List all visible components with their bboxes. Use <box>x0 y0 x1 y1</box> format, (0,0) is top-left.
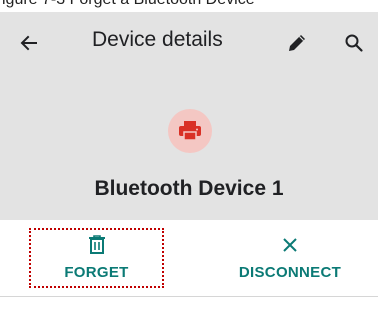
pencil-icon <box>289 35 305 51</box>
caption-fragment: igure 7-3 Forget a Bluetooth Device <box>0 0 378 12</box>
device-avatar <box>168 109 212 153</box>
edit-button[interactable] <box>282 28 312 58</box>
search-button[interactable] <box>339 28 369 58</box>
disconnect-label: DISCONNECT <box>238 264 342 281</box>
caption-text: igure 7-3 Forget a Bluetooth Device <box>2 0 255 9</box>
app-header: Device details Bluetooth Device 1 <box>0 12 378 220</box>
highlight-box <box>29 228 164 288</box>
device-name: Bluetooth Device 1 <box>94 177 284 200</box>
arrow-left-icon <box>20 35 37 51</box>
disconnect-button[interactable]: DISCONNECT <box>220 228 360 288</box>
search-icon <box>345 34 363 52</box>
back-button[interactable] <box>14 28 44 58</box>
content-area <box>0 297 378 328</box>
close-icon <box>283 238 297 252</box>
printer-icon <box>179 121 201 141</box>
page-title: Device details <box>92 28 223 51</box>
